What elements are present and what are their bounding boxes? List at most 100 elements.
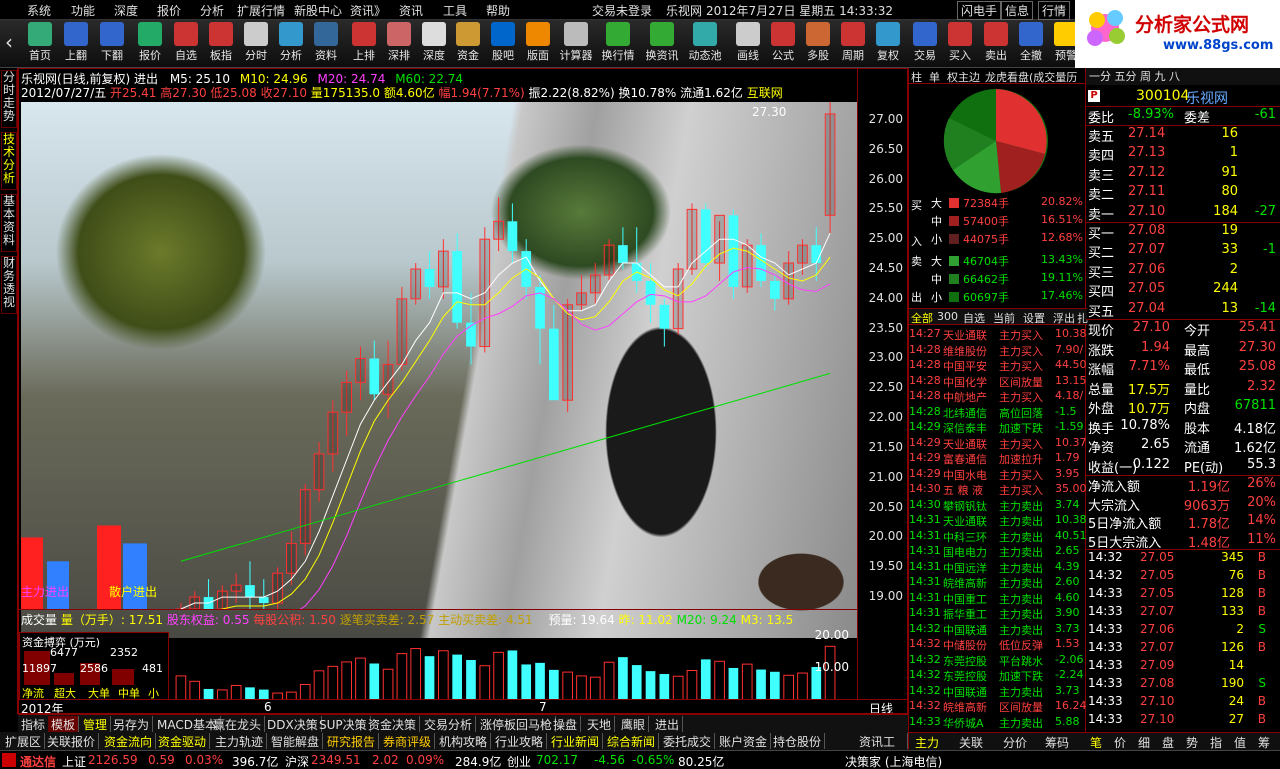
alert-row[interactable]: 14:31 中科三环 主力卖出 40.51 — [909, 529, 1087, 544]
extension-tab-7[interactable]: 券商评级 — [380, 733, 436, 749]
ask-level[interactable]: 卖二 27.11 80 — [1086, 184, 1280, 203]
indicator-tab-1[interactable]: 模板 — [48, 716, 80, 732]
indicator-tab-10[interactable]: 涨停板回马枪 — [477, 716, 557, 732]
alert-row[interactable]: 14:32 中国联通 主力卖出 3.73 — [909, 622, 1087, 637]
right-bottom-tab-5[interactable]: 指 — [1210, 734, 1222, 751]
right-bottom-tab-2[interactable]: 细 — [1138, 734, 1150, 751]
mid-bottom-tab-2[interactable]: 分价 — [1003, 734, 1027, 751]
extension-tab-3[interactable]: 资金驱动 — [155, 733, 211, 749]
extension-tab-2[interactable]: 资金流向 — [101, 733, 157, 749]
mid-bottom-tab-3[interactable]: 筹码 — [1045, 734, 1069, 751]
toolbar-button-15[interactable]: 计算器 — [560, 22, 593, 63]
indicator-tab-11[interactable]: 操盘 — [550, 716, 582, 732]
alert-row[interactable]: 14:31 皖维高新 主力卖出 2.60 — [909, 575, 1087, 590]
toolbar-back-arrow[interactable]: ‹ — [0, 30, 18, 54]
menu-ipo-center[interactable]: 新股中心 — [294, 2, 342, 19]
indicator-tab-6[interactable]: DDX决策 — [264, 716, 322, 732]
filter-tab-5[interactable]: 浮出 — [1053, 310, 1075, 326]
menu-analysis[interactable]: 分析 — [200, 2, 224, 19]
extension-tab-12[interactable]: 委托成交 — [660, 733, 716, 749]
bid-level[interactable]: 买四 27.05 244 — [1086, 281, 1280, 300]
menu-news[interactable]: 资讯 — [399, 2, 423, 19]
alert-row[interactable]: 14:31 中国远洋 主力卖出 4.39 — [909, 560, 1087, 575]
menu-depth[interactable]: 深度 — [114, 2, 138, 19]
menu-extended-market[interactable]: 扩展行情 — [237, 2, 285, 19]
filter-tab-1[interactable]: 300 — [937, 310, 958, 323]
right-bottom-tab-7[interactable]: 筹 — [1258, 734, 1270, 751]
alert-row[interactable]: 14:30 五 粮 液 主力买入 35.00 — [909, 482, 1087, 497]
alert-row[interactable]: 14:27 天业通联 主力买入 10.38 — [909, 327, 1087, 342]
toolbar-button-19[interactable]: 画线 — [732, 22, 764, 63]
extension-tab-11[interactable]: 综合新闻 — [604, 733, 660, 749]
toolbar-button-2[interactable]: 下翻 — [96, 22, 128, 63]
toolbar-button-18[interactable]: 动态池 — [689, 22, 722, 63]
alert-row[interactable]: 14:29 中国水电 主力买入 3.95 — [909, 467, 1087, 482]
right-bottom-tab-4[interactable]: 势 — [1186, 734, 1198, 751]
extension-tab-9[interactable]: 行业攻略 — [492, 733, 548, 749]
toolbar-button-6[interactable]: 分时 — [240, 22, 272, 63]
extension-tab-5[interactable]: 智能解盘 — [268, 733, 324, 749]
alert-row[interactable]: 14:31 中国重工 主力卖出 4.60 — [909, 591, 1087, 606]
mid-bottom-tab-0[interactable]: 主力 — [915, 734, 939, 751]
right-bottom-tab-0[interactable]: 笔 — [1090, 734, 1102, 751]
alert-row[interactable]: 14:29 深信泰丰 加速下跌 -1.59 — [909, 420, 1087, 435]
toolbar-button-26[interactable]: 卖出 — [980, 22, 1012, 63]
indicator-tab-13[interactable]: 鹰眼 — [618, 716, 650, 732]
period-tabs[interactable]: 一分 五分 周 九 八 — [1086, 68, 1280, 85]
menu-tools[interactable]: 工具 — [443, 2, 467, 19]
alert-row[interactable]: 14:32 东莞控股 平台跳水 -2.06 — [909, 653, 1087, 668]
mid-tab-power[interactable]: 权主边 — [947, 69, 980, 85]
indicator-tab-5[interactable]: 赢在龙头 — [210, 716, 266, 732]
filter-tab-0[interactable]: 全部 — [911, 310, 933, 326]
alert-row[interactable]: 14:32 皖维高新 区间放量 16.24 — [909, 699, 1087, 714]
toolbar-button-3[interactable]: 报价 — [134, 22, 166, 63]
extension-tab-15[interactable]: 资讯工场 — [856, 733, 908, 766]
toolbar-button-22[interactable]: 周期 — [837, 22, 869, 63]
alert-row[interactable]: 14:28 中航地产 主力买入 4.18/ — [909, 389, 1087, 404]
toolbar-button-4[interactable]: 自选 — [170, 22, 202, 63]
alert-row[interactable]: 14:32 中储股份 低位反弹 1.53 — [909, 637, 1087, 652]
extension-tab-0[interactable]: 扩展区 — [2, 733, 46, 749]
alert-row[interactable]: 14:32 东莞控股 加速下跌 -2.24 — [909, 668, 1087, 683]
alert-row[interactable]: 14:29 富春通信 加速拉升 1.79 — [909, 451, 1087, 466]
toolbar-button-17[interactable]: 换资讯 — [646, 22, 679, 63]
toolbar-button-0[interactable]: 首页 — [24, 22, 56, 63]
toolbar-button-24[interactable]: 交易 — [909, 22, 941, 63]
toolbar-button-5[interactable]: 板指 — [205, 22, 237, 63]
toolbar-button-23[interactable]: 复权 — [872, 22, 904, 63]
alert-row[interactable]: 14:28 北纬通信 高位回落 -1.5 — [909, 405, 1087, 420]
indicator-tab-7[interactable]: SUP决策 — [316, 716, 371, 732]
right-bottom-tab-1[interactable]: 价 — [1114, 734, 1126, 751]
bid-level[interactable]: 买二 27.07 33 -1 — [1086, 242, 1280, 261]
filter-tab-3[interactable]: 当前 — [993, 310, 1015, 326]
indicator-tab-12[interactable]: 天地 — [584, 716, 616, 732]
kline-chart[interactable]: 乐视网(日线,前复权) 进出 M5: 25.10 M10: 24.96 M20:… — [18, 68, 908, 714]
ask-level[interactable]: 卖四 27.13 1 — [1086, 145, 1280, 164]
indicator-tab-0[interactable]: 指标 — [18, 716, 50, 732]
alert-row[interactable]: 14:30 攀钢钒钛 主力卖出 3.74 — [909, 498, 1087, 513]
alert-row[interactable]: 14:31 振华重工 主力卖出 3.90 — [909, 606, 1087, 621]
filter-tab-4[interactable]: 设置 — [1023, 310, 1045, 326]
ask-level[interactable]: 卖五 27.14 16 — [1086, 126, 1280, 145]
filter-tab-2[interactable]: 自选 — [963, 310, 985, 326]
alert-row[interactable]: 14:33 华侨城A 主力卖出 5.88 — [909, 715, 1087, 730]
extension-tab-13[interactable]: 账户资金 — [716, 733, 772, 749]
alert-row[interactable]: 14:28 维维股份 主力买入 7.90/ — [909, 343, 1087, 358]
toolbar-button-9[interactable]: 上排 — [348, 22, 380, 63]
indicator-tab-8[interactable]: 资金决策 — [365, 716, 421, 732]
menu-function[interactable]: 功能 — [71, 2, 95, 19]
alert-row[interactable]: 14:32 中国联通 主力卖出 3.73 — [909, 684, 1087, 699]
info-button[interactable]: 信息 — [1001, 1, 1034, 20]
mid-tab-dragon[interactable]: 龙虎看盘(成交量历 — [985, 69, 1077, 85]
toolbar-button-27[interactable]: 全撤 — [1015, 22, 1047, 63]
bid-level[interactable]: 买一 27.08 19 — [1086, 223, 1280, 242]
alert-row[interactable]: 14:28 中国平安 主力买入 44.50 — [909, 358, 1087, 373]
alert-row[interactable]: 14:31 国电电力 主力卖出 2.65 — [909, 544, 1087, 559]
indicator-tab-3[interactable]: 另存为 — [110, 716, 154, 732]
tab-financials[interactable]: 财务透视 — [1, 256, 17, 314]
extension-tab-10[interactable]: 行业新闻 — [548, 733, 604, 749]
toolbar-button-14[interactable]: 版面 — [522, 22, 554, 63]
indicator-tab-2[interactable]: 管理 — [80, 716, 112, 732]
toolbar-button-25[interactable]: 买入 — [944, 22, 976, 63]
mid-bottom-tab-1[interactable]: 关联 — [959, 734, 983, 751]
